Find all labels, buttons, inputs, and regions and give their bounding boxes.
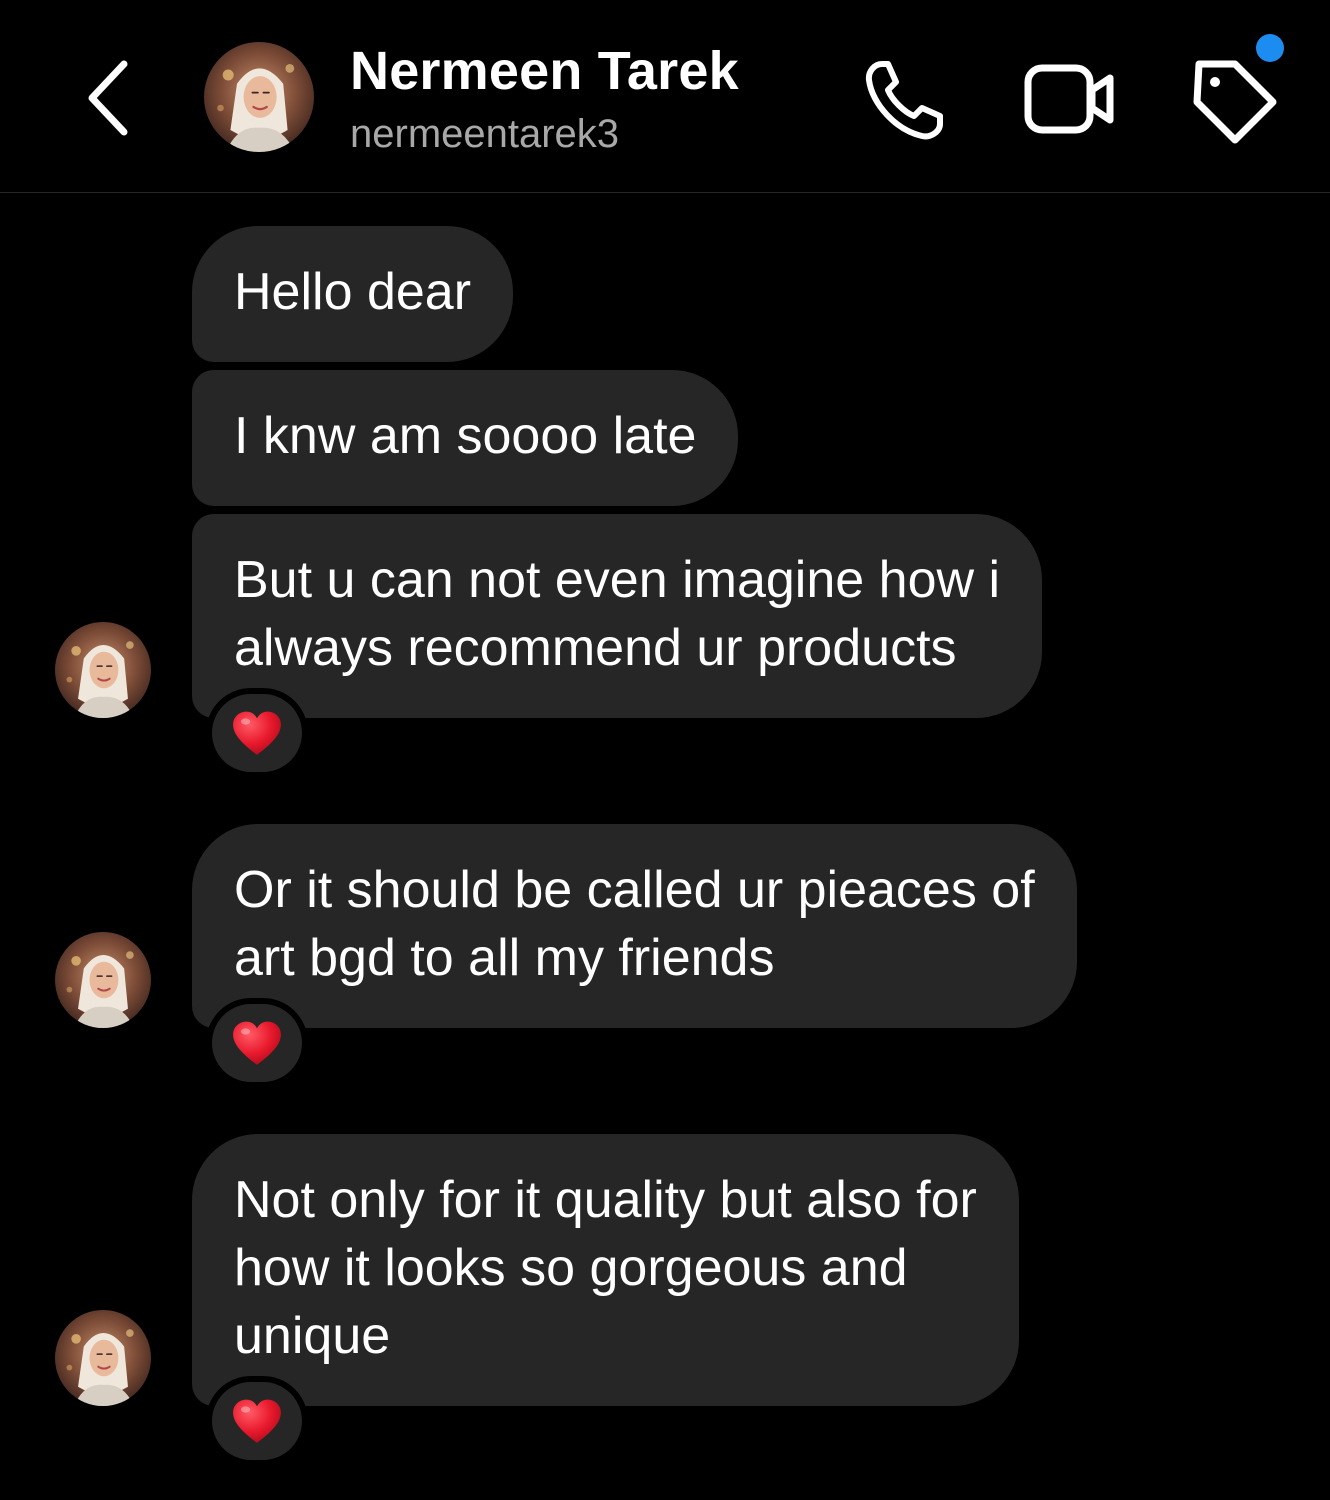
contact-username: nermeentarek3 (350, 112, 620, 156)
contact-name[interactable]: Nermeen Tarek (350, 40, 739, 102)
message-text: I knw am soooo late (234, 407, 697, 465)
avatar[interactable] (55, 1310, 151, 1406)
message-text-line: art bgd to all my friends (234, 929, 775, 987)
back-button[interactable] (72, 52, 152, 142)
tag-button[interactable] (1185, 52, 1285, 147)
message-bubble[interactable]: I knw am soooo late (192, 370, 739, 506)
heart-icon (231, 710, 283, 757)
avatar[interactable] (204, 42, 314, 152)
phone-icon (865, 61, 943, 140)
heart-icon (231, 1020, 283, 1067)
reaction-badge[interactable] (206, 1376, 308, 1466)
message-bubble[interactable]: Not only for it quality but also for how… (192, 1134, 1019, 1406)
heart-icon (231, 1398, 283, 1445)
message-text-line: always recommend ur products (234, 619, 957, 677)
reaction-badge[interactable] (206, 688, 308, 778)
profile-photo (55, 622, 151, 718)
message-text-line: unique (234, 1307, 391, 1365)
profile-photo (204, 42, 314, 152)
profile-photo (55, 932, 151, 1028)
video-camera-icon (1024, 64, 1114, 134)
chat-header: Nermeen Tarek nermeentarek3 (0, 0, 1330, 193)
avatar[interactable] (55, 622, 151, 718)
message-text-line: how it looks so gorgeous and (234, 1239, 908, 1297)
message-text: Hello dear (234, 263, 472, 321)
message-bubble[interactable]: Or it should be called ur pieaces of art… (192, 824, 1077, 1028)
avatar[interactable] (55, 932, 151, 1028)
message-text-line: Not only for it quality but also for (234, 1171, 977, 1229)
message-bubble[interactable]: But u can not even imagine how i always … (192, 514, 1043, 718)
notification-dot (1256, 34, 1284, 62)
chevron-left-icon (88, 60, 128, 136)
profile-photo (55, 1310, 151, 1406)
message-bubble[interactable]: Hello dear (192, 226, 514, 362)
tag-icon (1193, 60, 1277, 144)
message-text-line: Or it should be called ur pieaces of (234, 861, 1035, 919)
reaction-badge[interactable] (206, 998, 308, 1088)
video-call-button[interactable] (1020, 56, 1120, 146)
message-text-line: But u can not even imagine how i (234, 551, 1001, 609)
audio-call-button[interactable] (860, 56, 950, 146)
